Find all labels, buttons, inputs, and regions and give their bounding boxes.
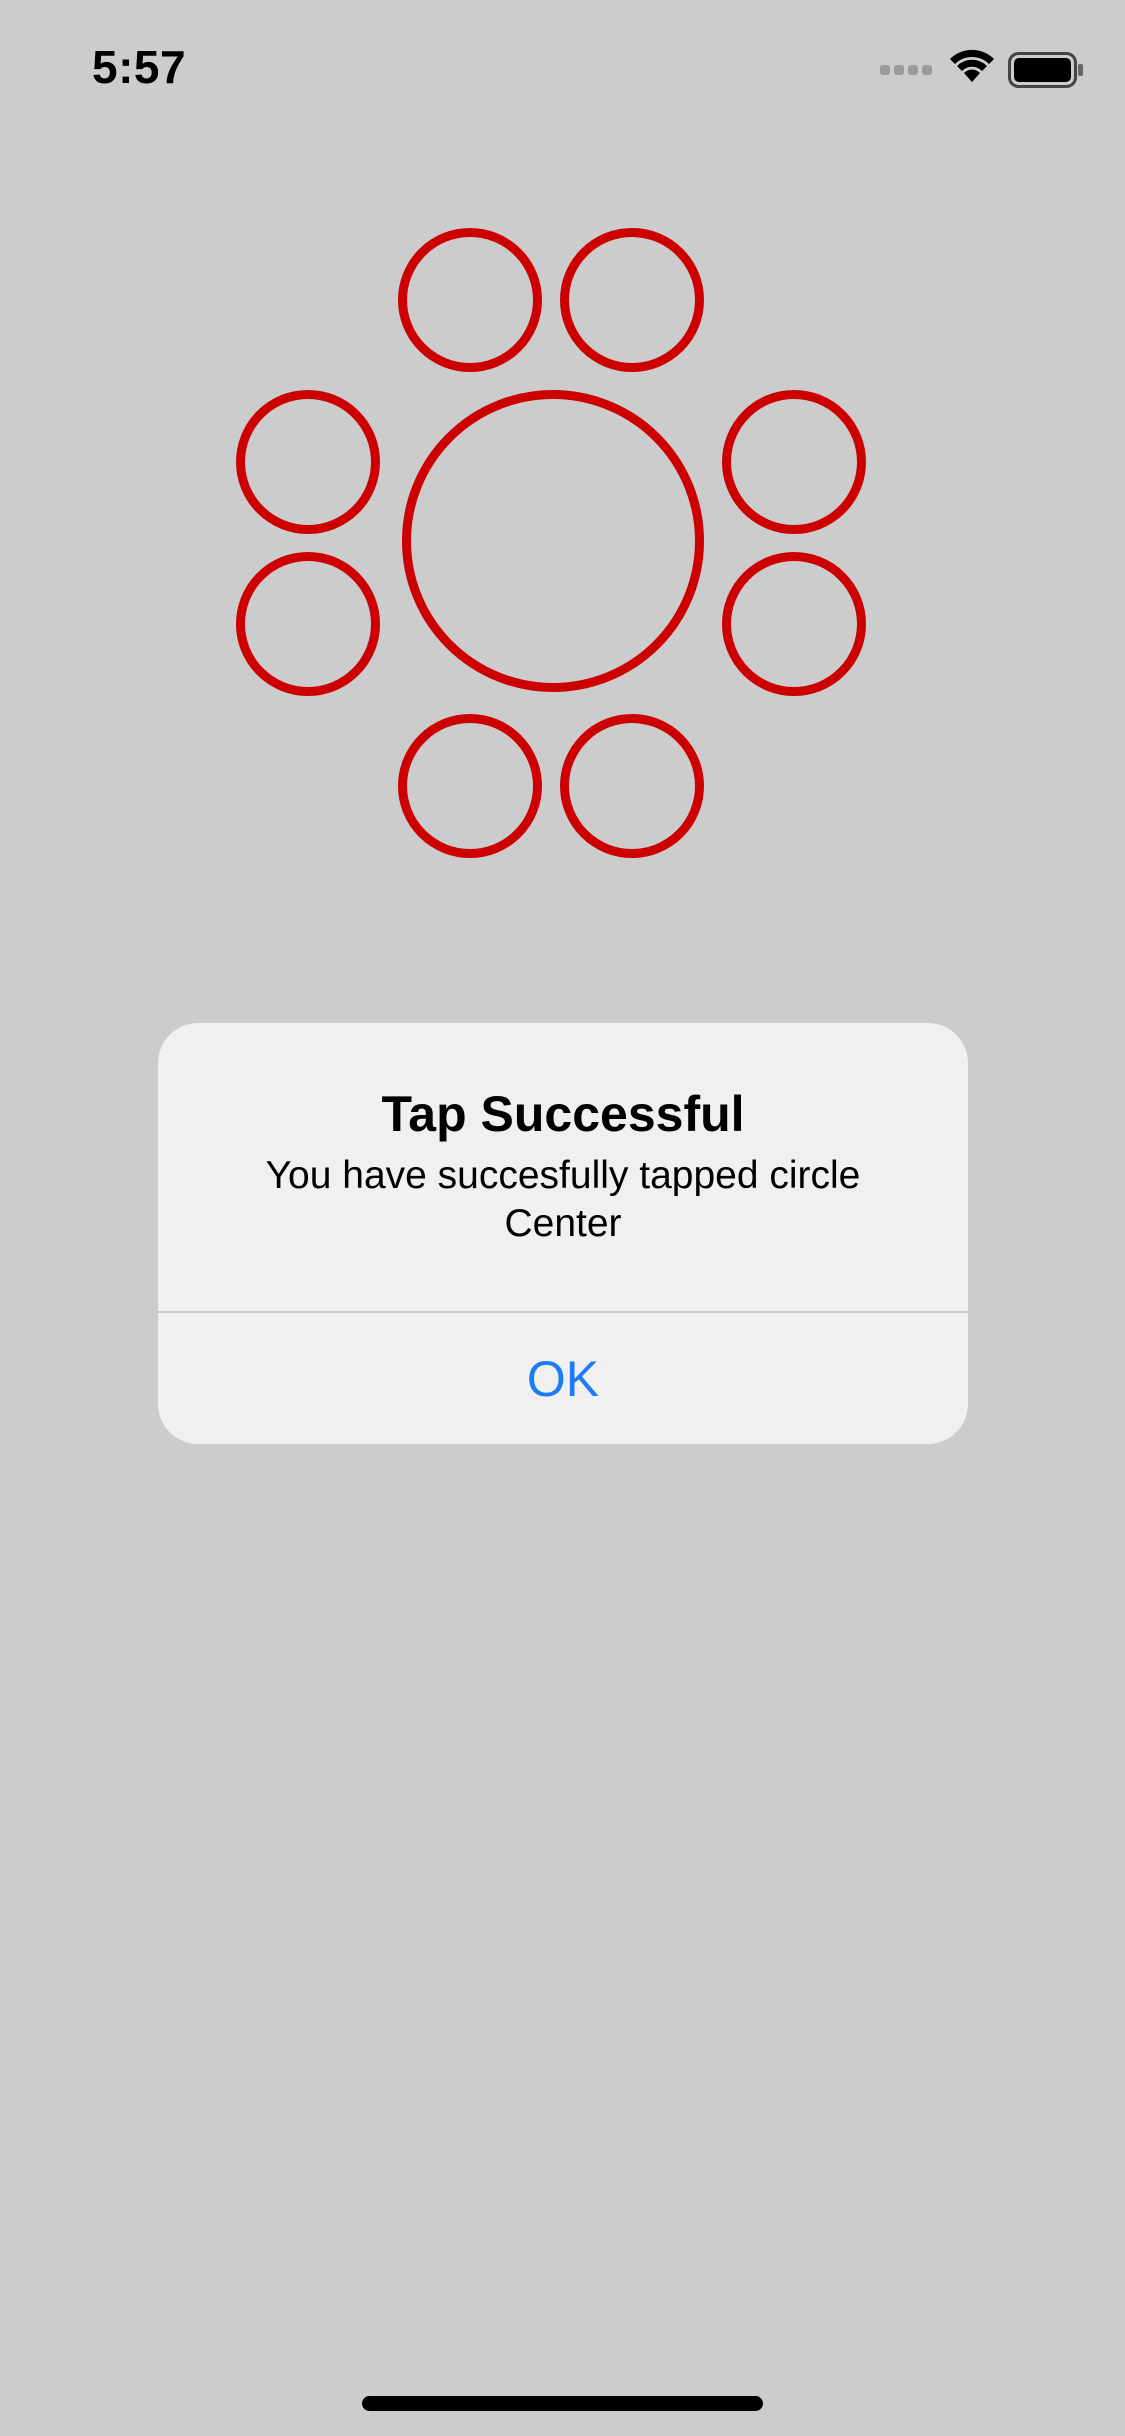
home-indicator[interactable] (362, 2396, 763, 2411)
circle-lower-right[interactable] (722, 552, 866, 696)
status-time: 5:57 (92, 41, 187, 93)
circle-bottom-right[interactable] (560, 714, 704, 858)
circle-top-right[interactable] (560, 228, 704, 372)
circle-bottom-left[interactable] (398, 714, 542, 858)
status-icons (880, 48, 1085, 92)
cellular-signal-icon (880, 65, 932, 75)
battery-icon (1008, 52, 1083, 88)
alert-dialog: Tap Successful You have succesfully tapp… (158, 1023, 968, 1444)
alert-message: You have succesfully tapped circle Cente… (265, 1154, 861, 1245)
ok-button[interactable]: OK (158, 1313, 968, 1444)
circle-lower-left[interactable] (236, 552, 380, 696)
circle-upper-right[interactable] (722, 390, 866, 534)
circle-top-left[interactable] (398, 228, 542, 372)
circle-center[interactable] (402, 390, 704, 692)
alert-title: Tap Successful (381, 1086, 745, 1142)
wifi-icon (950, 49, 994, 82)
circle-upper-left[interactable] (236, 390, 380, 534)
